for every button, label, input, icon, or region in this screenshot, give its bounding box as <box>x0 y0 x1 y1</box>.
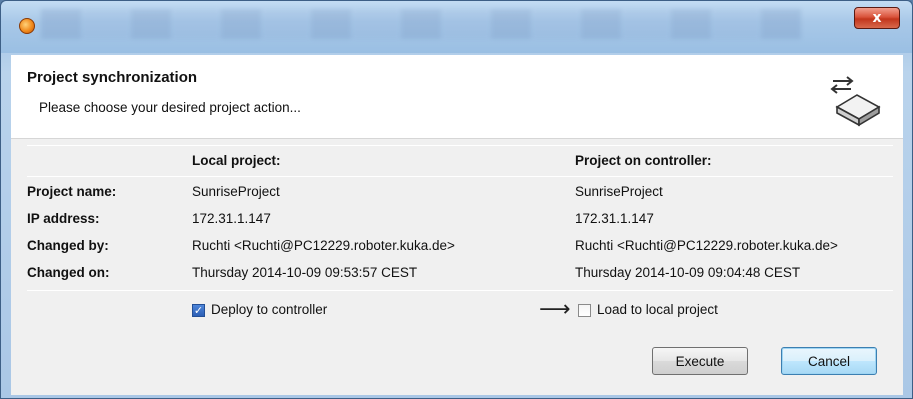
column-header-local: Local project: <box>192 153 281 168</box>
controller-project-name: SunriseProject <box>575 184 663 199</box>
dialog-window: x Project synchronization Please choose … <box>0 0 913 399</box>
app-icon <box>19 18 35 34</box>
check-icon: ✓ <box>193 304 204 317</box>
controller-changed-on: Thursday 2014-10-09 09:04:48 CEST <box>575 265 801 280</box>
row-label-changed-on: Changed on: <box>27 265 110 280</box>
dialog-title: Project synchronization <box>27 69 198 86</box>
load-to-local-project-checkbox[interactable] <box>578 304 591 317</box>
controller-ip-address: 172.31.1.147 <box>575 211 654 226</box>
title-bar[interactable]: x <box>1 1 912 53</box>
close-icon: x <box>872 10 882 26</box>
arrow-right-icon: ⟶ <box>539 297 571 322</box>
controller-changed-by: Ruchti <Ruchti@PC12229.roboter.kuka.de> <box>575 238 838 253</box>
row-label-project-name: Project name: <box>27 184 117 199</box>
title-bar-blur <box>41 9 801 39</box>
local-ip-address: 172.31.1.147 <box>192 211 271 226</box>
separator <box>27 145 893 146</box>
cancel-button[interactable]: Cancel <box>781 347 877 375</box>
separator <box>27 176 893 177</box>
sync-controller-icon <box>830 76 881 127</box>
dialog-subtitle: Please choose your desired project actio… <box>39 100 301 115</box>
close-button[interactable]: x <box>854 7 900 29</box>
column-header-controller: Project on controller: <box>575 153 712 168</box>
row-label-ip-address: IP address: <box>27 211 100 226</box>
separator <box>27 290 893 291</box>
dialog-body: Local project: Project on controller: Pr… <box>11 139 903 395</box>
deploy-to-controller-label[interactable]: Deploy to controller <box>211 302 327 317</box>
local-project-name: SunriseProject <box>192 184 280 199</box>
local-changed-by: Ruchti <Ruchti@PC12229.roboter.kuka.de> <box>192 238 455 253</box>
deploy-to-controller-checkbox[interactable]: ✓ <box>192 304 205 317</box>
load-to-local-project-label[interactable]: Load to local project <box>597 302 718 317</box>
dialog-header: Project synchronization Please choose yo… <box>11 55 903 139</box>
local-changed-on: Thursday 2014-10-09 09:53:57 CEST <box>192 265 418 280</box>
execute-button[interactable]: Execute <box>652 347 748 375</box>
row-label-changed-by: Changed by: <box>27 238 109 253</box>
